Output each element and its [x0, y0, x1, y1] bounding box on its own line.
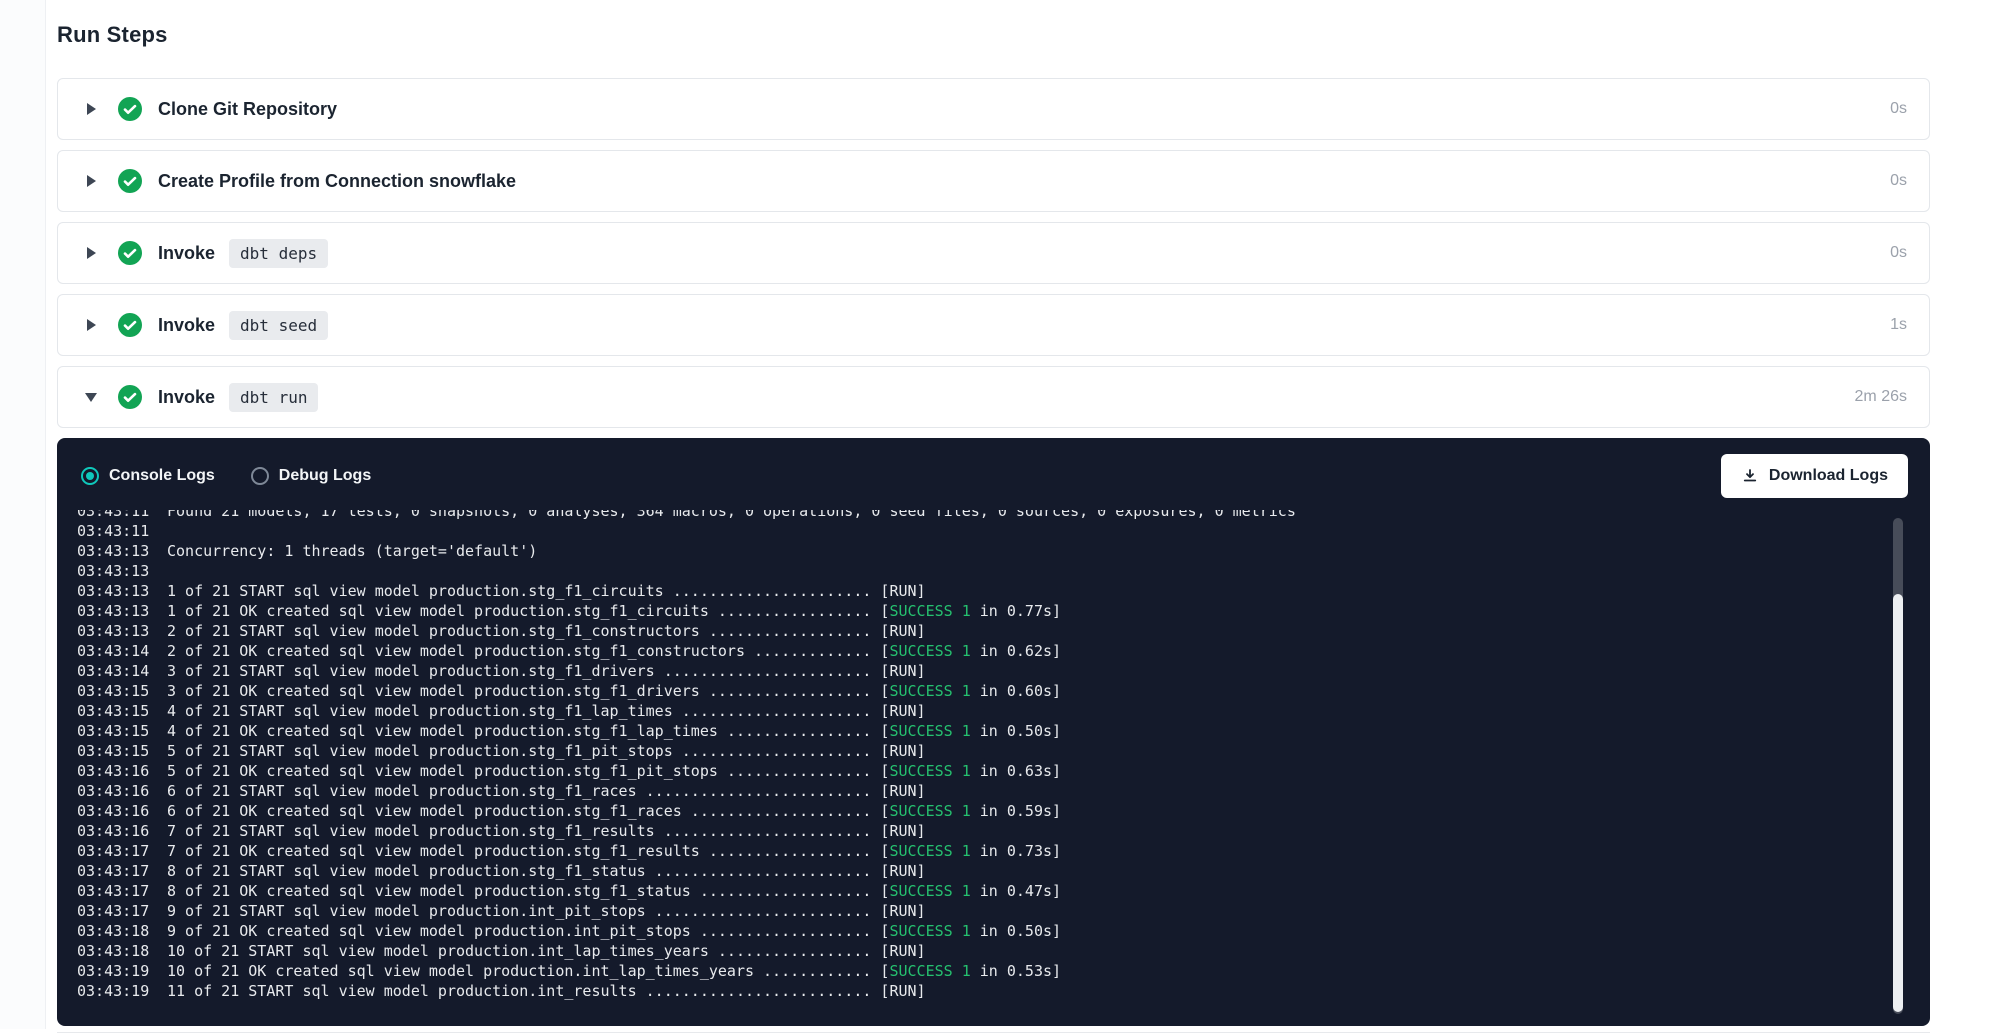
console-logs-radio[interactable]: Console Logs [81, 467, 215, 485]
log-type-radio-group: Console Logs Debug Logs [81, 467, 371, 485]
download-logs-button[interactable]: Download Logs [1721, 454, 1908, 498]
page-title: Run Steps [57, 22, 1930, 48]
run-steps-page: Run Steps Clone Git Repository 0s Create… [57, 0, 1930, 1033]
log-line: 03:43:1810 of 21 START sql view model pr… [77, 941, 1810, 961]
chevron-icon[interactable] [87, 175, 96, 187]
step-row[interactable]: Invoke dbt deps 0s [57, 222, 1930, 284]
caret-box[interactable] [84, 103, 98, 115]
step-title: Invoke [158, 315, 215, 336]
step-row[interactable]: Create Profile from Connection snowflake… [57, 150, 1930, 212]
check-circle-icon [118, 169, 142, 193]
log-line: 03:43:165 of 21 OK created sql view mode… [77, 761, 1810, 781]
log-line: 03:43:13Concurrency: 1 threads (target='… [77, 541, 1810, 561]
step-command-chip: dbt seed [229, 311, 328, 340]
console-header: Console Logs Debug Logs Download Logs [57, 438, 1930, 498]
radio-unselected-icon[interactable] [251, 467, 269, 485]
debug-logs-radio[interactable]: Debug Logs [251, 467, 371, 485]
log-line: 03:43:167 of 21 START sql view model pro… [77, 821, 1810, 841]
download-icon [1741, 467, 1759, 485]
check-circle-icon [118, 97, 142, 121]
caret-box[interactable] [84, 175, 98, 187]
console-panel: Console Logs Debug Logs Download Logs 03… [57, 438, 1930, 1026]
caret-box[interactable] [84, 247, 98, 259]
step-command-chip: dbt deps [229, 239, 328, 268]
download-logs-label: Download Logs [1769, 467, 1888, 485]
log-line: 03:43:143 of 21 START sql view model pro… [77, 661, 1810, 681]
step-row[interactable]: Invoke dbt run 2m 26s [57, 366, 1930, 428]
log-line: 03:43:154 of 21 OK created sql view mode… [77, 721, 1810, 741]
log-line: 03:43:166 of 21 OK created sql view mode… [77, 801, 1810, 821]
log-line: 03:43:166 of 21 START sql view model pro… [77, 781, 1810, 801]
step-title: Clone Git Repository [158, 99, 337, 120]
step-duration: 1s [1890, 316, 1907, 334]
log-line: 03:43:189 of 21 OK created sql view mode… [77, 921, 1810, 941]
step-row[interactable]: Clone Git Repository 0s [57, 78, 1930, 140]
step-command-chip: dbt run [229, 383, 318, 412]
log-line: 03:43:178 of 21 OK created sql view mode… [77, 881, 1810, 901]
radio-selected-icon[interactable] [81, 467, 99, 485]
chevron-icon[interactable] [85, 393, 97, 402]
log-scrollbar-thumb[interactable] [1893, 594, 1903, 1012]
caret-box[interactable] [84, 319, 98, 331]
log-line: 03:43:153 of 21 OK created sql view mode… [77, 681, 1810, 701]
log-line: 03:43:179 of 21 START sql view model pro… [77, 901, 1810, 921]
step-duration: 0s [1890, 172, 1907, 190]
chevron-icon[interactable] [87, 319, 96, 331]
step-duration: 0s [1890, 100, 1907, 118]
chevron-icon[interactable] [87, 103, 96, 115]
console-logs-label: Console Logs [109, 467, 215, 485]
log-line: 03:43:154 of 21 START sql view model pro… [77, 701, 1810, 721]
step-title: Invoke [158, 243, 215, 264]
log-line: 03:43:178 of 21 START sql view model pro… [77, 861, 1810, 881]
chevron-icon[interactable] [87, 247, 96, 259]
log-line: 03:43:13 [77, 561, 1810, 581]
check-circle-icon [118, 241, 142, 265]
check-circle-icon [118, 313, 142, 337]
debug-logs-label: Debug Logs [279, 467, 371, 485]
step-title: Invoke [158, 387, 215, 408]
log-line: 03:43:131 of 21 START sql view model pro… [77, 581, 1810, 601]
step-duration: 0s [1890, 244, 1907, 262]
log-line: 03:43:1910 of 21 OK created sql view mod… [77, 961, 1810, 981]
log-line: 03:43:11 [77, 521, 1810, 541]
log-line: 03:43:155 of 21 START sql view model pro… [77, 741, 1810, 761]
content-left-divider [0, 0, 46, 1029]
step-duration: 2m 26s [1855, 388, 1907, 406]
run-steps-list: Clone Git Repository 0s Create Profile f… [57, 78, 1930, 428]
step-row[interactable]: Invoke dbt seed 1s [57, 294, 1930, 356]
log-line: 03:43:1911 of 21 START sql view model pr… [77, 981, 1810, 1001]
check-circle-icon [118, 385, 142, 409]
log-line: 03:43:142 of 21 OK created sql view mode… [77, 641, 1810, 661]
console-log-lines: 03:43:11Found 21 models, 17 tests, 0 sna… [57, 510, 1930, 1026]
log-line: 03:43:131 of 21 OK created sql view mode… [77, 601, 1810, 621]
log-line: 03:43:132 of 21 START sql view model pro… [77, 621, 1810, 641]
log-line: 03:43:11Found 21 models, 17 tests, 0 sna… [77, 510, 1810, 521]
log-line: 03:43:177 of 21 OK created sql view mode… [77, 841, 1810, 861]
caret-box[interactable] [84, 393, 98, 402]
step-title: Create Profile from Connection snowflake [158, 171, 516, 192]
